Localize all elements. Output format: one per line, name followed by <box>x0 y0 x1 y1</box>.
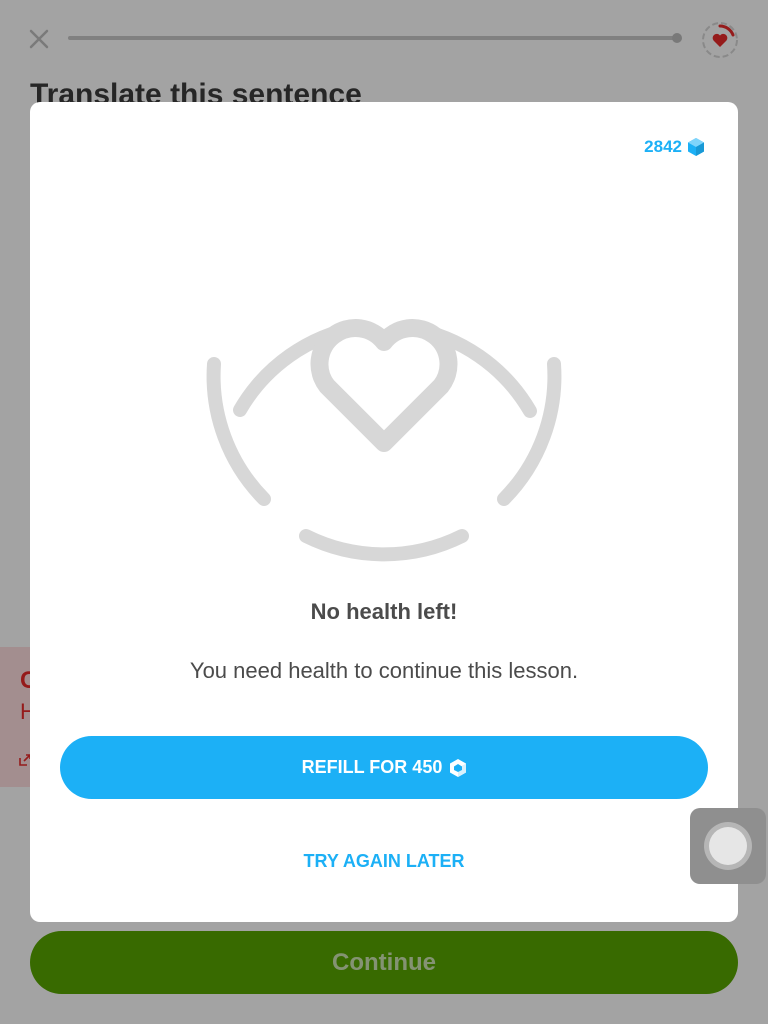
modal-title: No health left! <box>310 599 458 624</box>
assistive-touch-knob <box>709 827 747 865</box>
assistive-touch-button[interactable] <box>690 808 766 884</box>
refill-button[interactable]: REFILL FOR 450 <box>60 736 708 799</box>
modal-message: You need health to continue this lesson. <box>189 658 579 683</box>
gem-icon <box>450 758 467 777</box>
try-again-later-button[interactable]: TRY AGAIN LATER <box>30 848 738 874</box>
broken-heart-ring-icon <box>206 319 562 562</box>
gem-icon <box>688 138 704 156</box>
refill-button-label: REFILL FOR 450 <box>301 757 443 777</box>
gem-count: 2842 <box>644 137 682 156</box>
gem-balance: 2842 <box>644 137 704 157</box>
no-health-modal: 2842 No health left! You need health to … <box>30 102 738 922</box>
